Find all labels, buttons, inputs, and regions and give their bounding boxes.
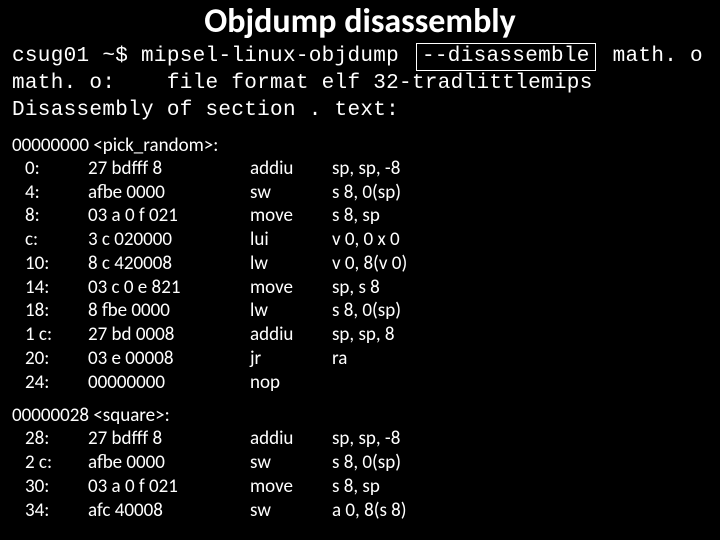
asm-hex: afbe 0000 [88,451,250,475]
asm-mnemonic: move [250,276,332,300]
asm-hex: 03 a 0 f 021 [88,204,250,228]
command-flag: --disassemble [416,43,596,71]
asm-operands: s 8, 0(sp) [332,451,708,475]
asm-mnemonic: sw [250,181,332,205]
asm-mnemonic: addiu [250,323,332,347]
asm-row: c:3 c 020000luiv 0, 0 x 0 [12,228,708,252]
asm-hex: afc 40008 [88,499,250,523]
asm-hex: afbe 0000 [88,181,250,205]
asm-mnemonic: move [250,204,332,228]
asm-offset: 14: [12,276,88,300]
asm-mnemonic: sw [250,499,332,523]
asm-operands: sp, sp, -8 [332,157,708,181]
asm-row: 0:27 bdfff 8addiusp, sp, -8 [12,157,708,181]
asm-hex: 8 c 420008 [88,252,250,276]
asm-offset: 20: [12,347,88,371]
asm-hex: 27 bdfff 8 [88,157,250,181]
asm-row: 14:03 c 0 e 821movesp, s 8 [12,276,708,300]
asm-operands: s 8, 0(sp) [332,181,708,205]
asm-operands: s 8, sp [332,475,708,499]
tool-name: mipsel-linux-objdump [141,45,399,68]
asm-operands: s 8, 0(sp) [332,299,708,323]
asm-offset: 0: [12,157,88,181]
asm-operands: s 8, sp [332,204,708,228]
asm-hex: 8 fbe 0000 [88,299,250,323]
asm-hex: 27 bd 0008 [88,323,250,347]
asm-mnemonic: nop [250,371,332,395]
asm-function-block: 00000000 <pick_random>:0:27 bdfff 8addiu… [0,124,720,395]
asm-function-block: 00000028 <square>:28:27 bdfff 8addiusp, … [0,394,720,522]
asm-row: 30:03 a 0 f 021moves 8, sp [12,475,708,499]
asm-function-header: 00000028 <square>: [12,404,708,427]
asm-offset: c: [12,228,88,252]
asm-offset: 28: [12,427,88,451]
asm-offset: 18: [12,299,88,323]
asm-operands: v 0, 8(v 0) [332,252,708,276]
asm-hex: 03 a 0 f 021 [88,475,250,499]
asm-mnemonic: addiu [250,427,332,451]
asm-offset: 30: [12,475,88,499]
asm-offset: 10: [12,252,88,276]
asm-offset: 1 c: [12,323,88,347]
asm-hex: 3 c 020000 [88,228,250,252]
asm-mnemonic: addiu [250,157,332,181]
asm-offset: 4: [12,181,88,205]
asm-mnemonic: lw [250,252,332,276]
disassembly-section-line: Disassembly of section . text: [0,98,720,124]
asm-offset: 2 c: [12,451,88,475]
asm-operands [332,371,708,395]
asm-operands: sp, sp, 8 [332,323,708,347]
asm-mnemonic: jr [250,347,332,371]
asm-operands: ra [332,347,708,371]
asm-hex: 27 bdfff 8 [88,427,250,451]
asm-row: 28:27 bdfff 8addiusp, sp, -8 [12,427,708,451]
asm-operands: sp, s 8 [332,276,708,300]
shell-prompt: csug01 ~$ [12,45,128,68]
asm-offset: 34: [12,499,88,523]
asm-row: 24:00000000nop [12,371,708,395]
page-title: Objdump disassembly [0,0,720,42]
asm-offset: 24: [12,371,88,395]
file-format-line: math. o: file format elf 32-tradlittlemi… [0,71,720,97]
asm-mnemonic: lw [250,299,332,323]
asm-row: 4:afbe 0000sws 8, 0(sp) [12,181,708,205]
asm-mnemonic: lui [250,228,332,252]
asm-mnemonic: move [250,475,332,499]
asm-operands: a 0, 8(s 8) [332,499,708,523]
asm-operands: sp, sp, -8 [332,427,708,451]
disassembly-listing: 00000000 <pick_random>:0:27 bdfff 8addiu… [0,124,720,523]
asm-row: 18:8 fbe 0000lws 8, 0(sp) [12,299,708,323]
asm-row: 8:03 a 0 f 021moves 8, sp [12,204,708,228]
asm-mnemonic: sw [250,451,332,475]
asm-row: 2 c:afbe 0000sws 8, 0(sp) [12,451,708,475]
asm-offset: 8: [12,204,88,228]
asm-function-header: 00000000 <pick_random>: [12,134,708,157]
asm-row: 1 c:27 bd 0008addiusp, sp, 8 [12,323,708,347]
command-line: csug01 ~$ mipsel-linux-objdump --disasse… [0,42,720,71]
asm-operands: v 0, 0 x 0 [332,228,708,252]
command-file: math. o [613,45,703,68]
asm-hex: 03 e 00008 [88,347,250,371]
asm-hex: 00000000 [88,371,250,395]
asm-row: 34:afc 40008swa 0, 8(s 8) [12,499,708,523]
asm-row: 10:8 c 420008lwv 0, 8(v 0) [12,252,708,276]
asm-hex: 03 c 0 e 821 [88,276,250,300]
asm-row: 20:03 e 00008jrra [12,347,708,371]
